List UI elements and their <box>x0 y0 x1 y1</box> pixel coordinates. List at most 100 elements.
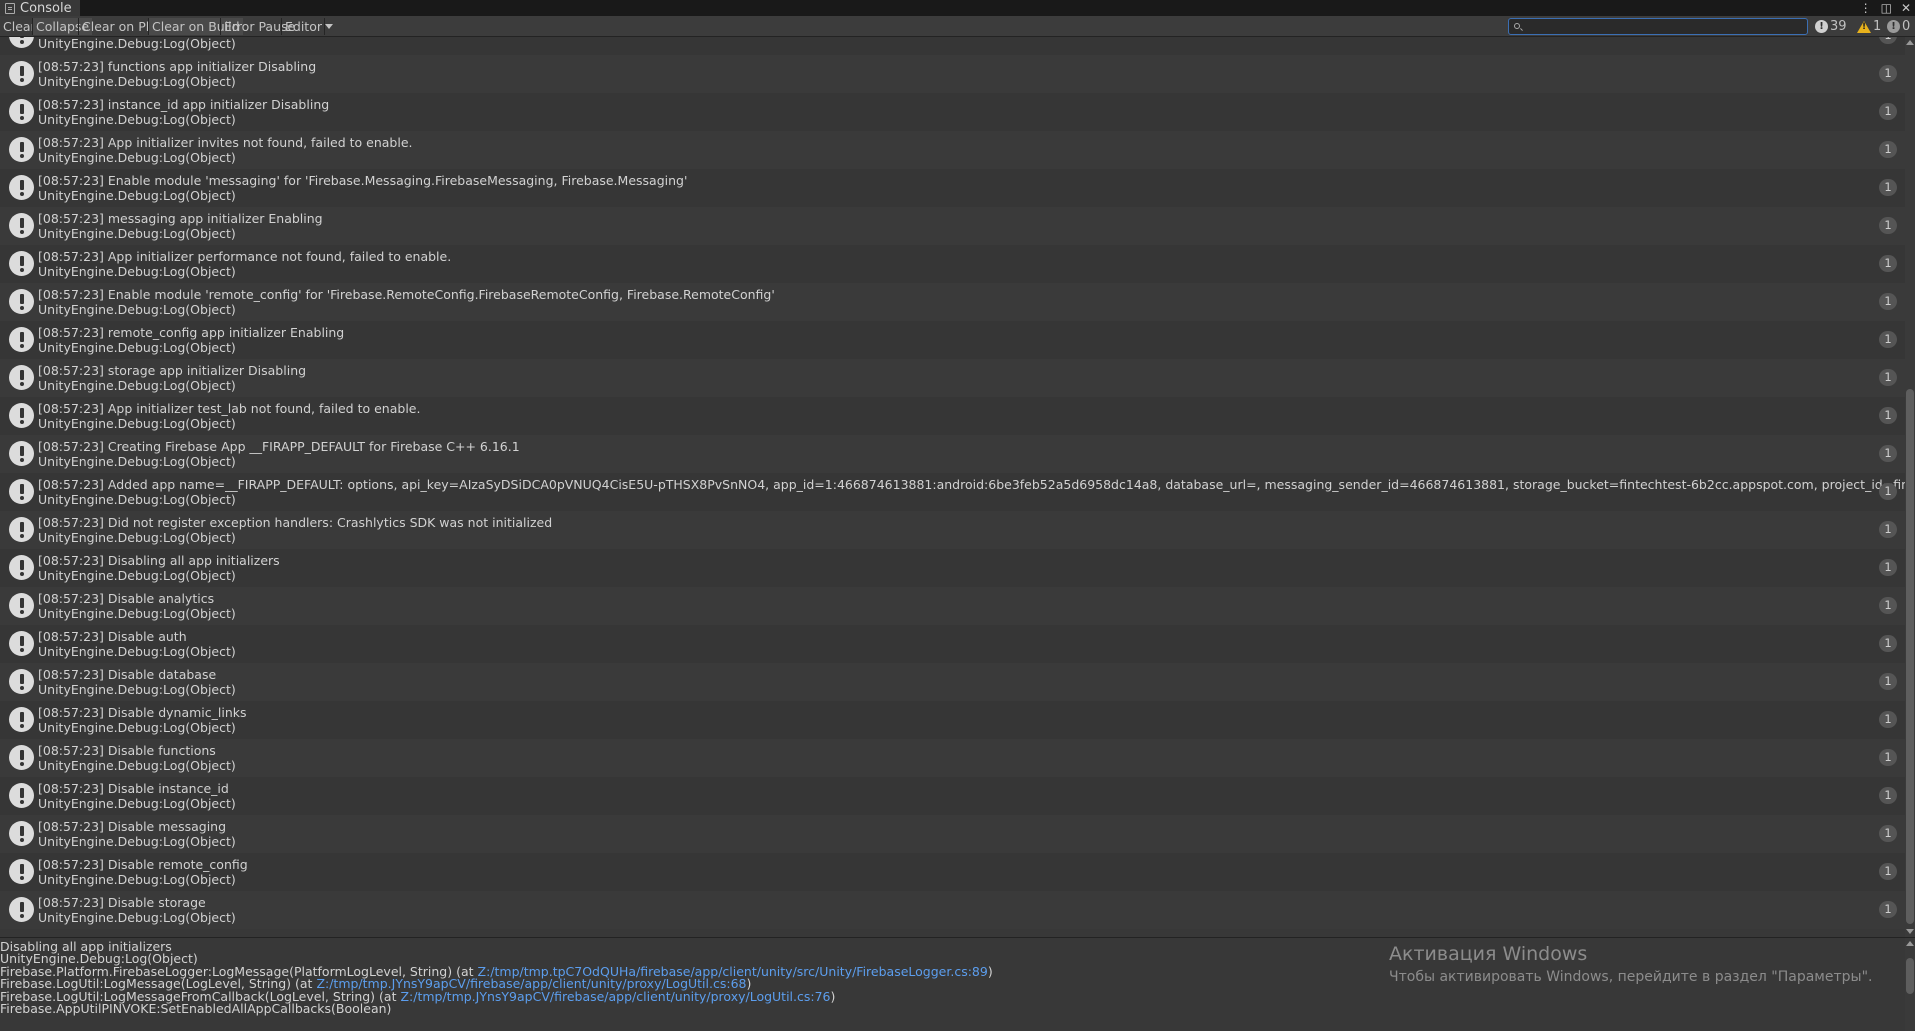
log-entry[interactable]: [08:57:23] Disable messaging UnityEngine.… <box>0 815 1905 853</box>
log-message: [08:57:23] Disable dynamic_links <box>38 705 247 720</box>
info-icon <box>9 555 34 580</box>
editor-dropdown-label: Editor <box>285 19 322 34</box>
tab-console-label: Console <box>20 0 72 16</box>
log-count-badge: 1 <box>1879 293 1897 310</box>
log-message: [08:57:23] Disabling all app initializer… <box>38 553 280 568</box>
info-icon <box>9 783 34 808</box>
log-entry[interactable]: [08:57:23] Did not register exception ha… <box>0 511 1905 549</box>
log-count-badge: 1 <box>1879 635 1897 652</box>
info-icon <box>9 821 34 846</box>
log-entry[interactable]: [08:57:23] functions app initializer Dis… <box>0 55 1905 93</box>
log-message: [08:57:23] Added app name=__FIRAPP_DEFAU… <box>38 477 1905 492</box>
log-entry[interactable]: [08:57:23] remote_config app initializer… <box>0 321 1905 359</box>
info-count-toggle[interactable]: ! 39 <box>1815 18 1847 35</box>
log-count-badge: 1 <box>1879 787 1897 804</box>
log-entry[interactable]: [08:57:23] Disable remote_config UnityEng… <box>0 853 1905 891</box>
log-entry[interactable]: [08:57:23] Creating Firebase App __FIRAP… <box>0 435 1905 473</box>
scrollbar-thumb[interactable] <box>1906 389 1914 924</box>
log-entry[interactable]: [08:57:23] App initializer test_lab not … <box>0 397 1905 435</box>
more-options-icon[interactable]: ⋮ <box>1860 1 1872 15</box>
log-source: UnityEngine.Debug:Log(Object) <box>38 264 236 279</box>
log-entry[interactable]: [08:57:23] Disable auth UnityEngine.Debug… <box>0 625 1905 663</box>
log-message: [08:57:23] storage app initializer Disab… <box>38 363 307 378</box>
log-source: UnityEngine.Debug:Log(Object) <box>38 150 236 165</box>
log-entry[interactable]: [08:57:23] instance_id app initializer D… <box>0 93 1905 131</box>
log-count-badge: 1 <box>1879 179 1897 196</box>
log-count-badge: 1 <box>1879 217 1897 234</box>
log-entry[interactable]: [08:57:23] Disable dynamic_links UnityEng… <box>0 701 1905 739</box>
log-entry[interactable]: [08:57:23] App initializer invites not f… <box>0 131 1905 169</box>
log-entry[interactable]: [08:57:23] Added app name=__FIRAPP_DEFAU… <box>0 473 1905 511</box>
log-message: [08:57:23] Disable remote_config <box>38 857 248 872</box>
log-source: UnityEngine.Debug:Log(Object) <box>38 720 236 735</box>
info-icon <box>9 517 34 542</box>
stack-trace-scrollbar[interactable] <box>1905 938 1915 1031</box>
log-message: [08:57:23] functions app initializer Dis… <box>38 59 317 74</box>
log-source: UnityEngine.Debug:Log(Object) <box>38 37 236 51</box>
log-entry[interactable]: [08:57:23] Disable storage UnityEngine.De… <box>0 891 1905 929</box>
search-field[interactable] <box>1508 18 1808 35</box>
log-source: UnityEngine.Debug:Log(Object) <box>38 834 236 849</box>
log-count-badge: 1 <box>1879 445 1897 462</box>
log-entry[interactable]: [08:57:23] App initializer performance n… <box>0 245 1905 283</box>
info-icon <box>9 37 34 48</box>
log-entry[interactable]: [08:57:23] Disabling all app initializer… <box>0 549 1905 587</box>
log-entry[interactable]: [08:57:23] Disable analytics UnityEngine.… <box>0 587 1905 625</box>
log-entry[interactable]: [08:57:23] Disable database UnityEngine.D… <box>0 663 1905 701</box>
log-entry[interactable]: [08:57:23] Enable module 'messaging' for… <box>0 169 1905 207</box>
editor-dropdown[interactable]: Editor <box>282 18 336 35</box>
log-list[interactable]: [08:57:23] dynamic_links app initializer… <box>0 37 1905 937</box>
info-icon <box>9 365 34 390</box>
search-input[interactable] <box>1525 19 1803 34</box>
log-message: [08:57:23] Enable module 'messaging' for… <box>38 173 688 188</box>
scroll-up-icon[interactable] <box>1906 941 1914 946</box>
scroll-up-icon[interactable] <box>1906 40 1914 45</box>
windows-activation-watermark: Активация Windows Чтобы активировать Win… <box>1389 942 1872 988</box>
log-list-scrollbar[interactable] <box>1905 37 1915 937</box>
log-entry[interactable]: [08:57:23] messaging app initializer Ena… <box>0 207 1905 245</box>
log-source: UnityEngine.Debug:Log(Object) <box>38 378 236 393</box>
log-count-badge: 1 <box>1879 863 1897 880</box>
log-source: UnityEngine.Debug:Log(Object) <box>38 74 236 89</box>
log-source: UnityEngine.Debug:Log(Object) <box>38 416 236 431</box>
scrollbar-thumb[interactable] <box>1906 958 1914 994</box>
log-source: UnityEngine.Debug:Log(Object) <box>38 872 236 887</box>
error-count-toggle[interactable]: ! 0 <box>1887 18 1910 35</box>
watermark-title: Активация Windows <box>1389 943 1588 965</box>
info-icon <box>9 137 34 162</box>
stack-trace-text: Firebase.AppUtilPINVOKE:SetEnabledAllApp… <box>0 1001 392 1016</box>
log-source: UnityEngine.Debug:Log(Object) <box>38 682 236 697</box>
log-entry[interactable]: [08:57:23] Enable module 'remote_config'… <box>0 283 1905 321</box>
log-source: UnityEngine.Debug:Log(Object) <box>38 644 236 659</box>
log-count-badge: 1 <box>1879 483 1897 500</box>
log-entry[interactable]: [08:57:23] storage app initializer Disab… <box>0 359 1905 397</box>
tab-console[interactable]: Console <box>0 0 80 16</box>
info-icon <box>9 251 34 276</box>
maximize-icon[interactable]: ◫ <box>1881 1 1892 15</box>
log-entry[interactable]: [08:57:23] dynamic_links app initializer… <box>0 37 1905 55</box>
chevron-down-icon <box>325 24 333 29</box>
close-icon[interactable]: ✕ <box>1901 1 1911 15</box>
log-message: [08:57:23] messaging app initializer Ena… <box>38 211 323 226</box>
info-icon <box>9 479 34 504</box>
log-count-badge: 1 <box>1879 825 1897 842</box>
info-icon <box>9 403 34 428</box>
log-entry[interactable]: [08:57:23] Disable functions UnityEngine.… <box>0 739 1905 777</box>
log-message: [08:57:23] Disable messaging <box>38 819 227 834</box>
log-message: [08:57:23] Did not register exception ha… <box>38 515 553 530</box>
log-message: [08:57:23] remote_config app initializer… <box>38 325 345 340</box>
log-count-badge: 1 <box>1879 331 1897 348</box>
info-icon <box>9 669 34 694</box>
log-entry[interactable]: [08:57:23] Disable instance_id UnityEngin… <box>0 777 1905 815</box>
log-source: UnityEngine.Debug:Log(Object) <box>38 568 236 583</box>
info-icon <box>9 289 34 314</box>
info-icon <box>9 897 34 922</box>
console-icon <box>5 2 15 14</box>
info-count: 39 <box>1830 19 1847 34</box>
warning-count: 1 <box>1873 19 1882 34</box>
log-message: [08:57:23] Disable functions <box>38 743 216 758</box>
scroll-down-icon[interactable] <box>1906 929 1914 934</box>
source-file-link[interactable]: Z:/tmp/tmp.JYnsY9apCV/firebase/app/clien… <box>400 989 830 1004</box>
warning-count-toggle[interactable]: 1 <box>1857 18 1881 35</box>
window-controls: ⋮ ◫ ✕ <box>1860 0 1911 16</box>
